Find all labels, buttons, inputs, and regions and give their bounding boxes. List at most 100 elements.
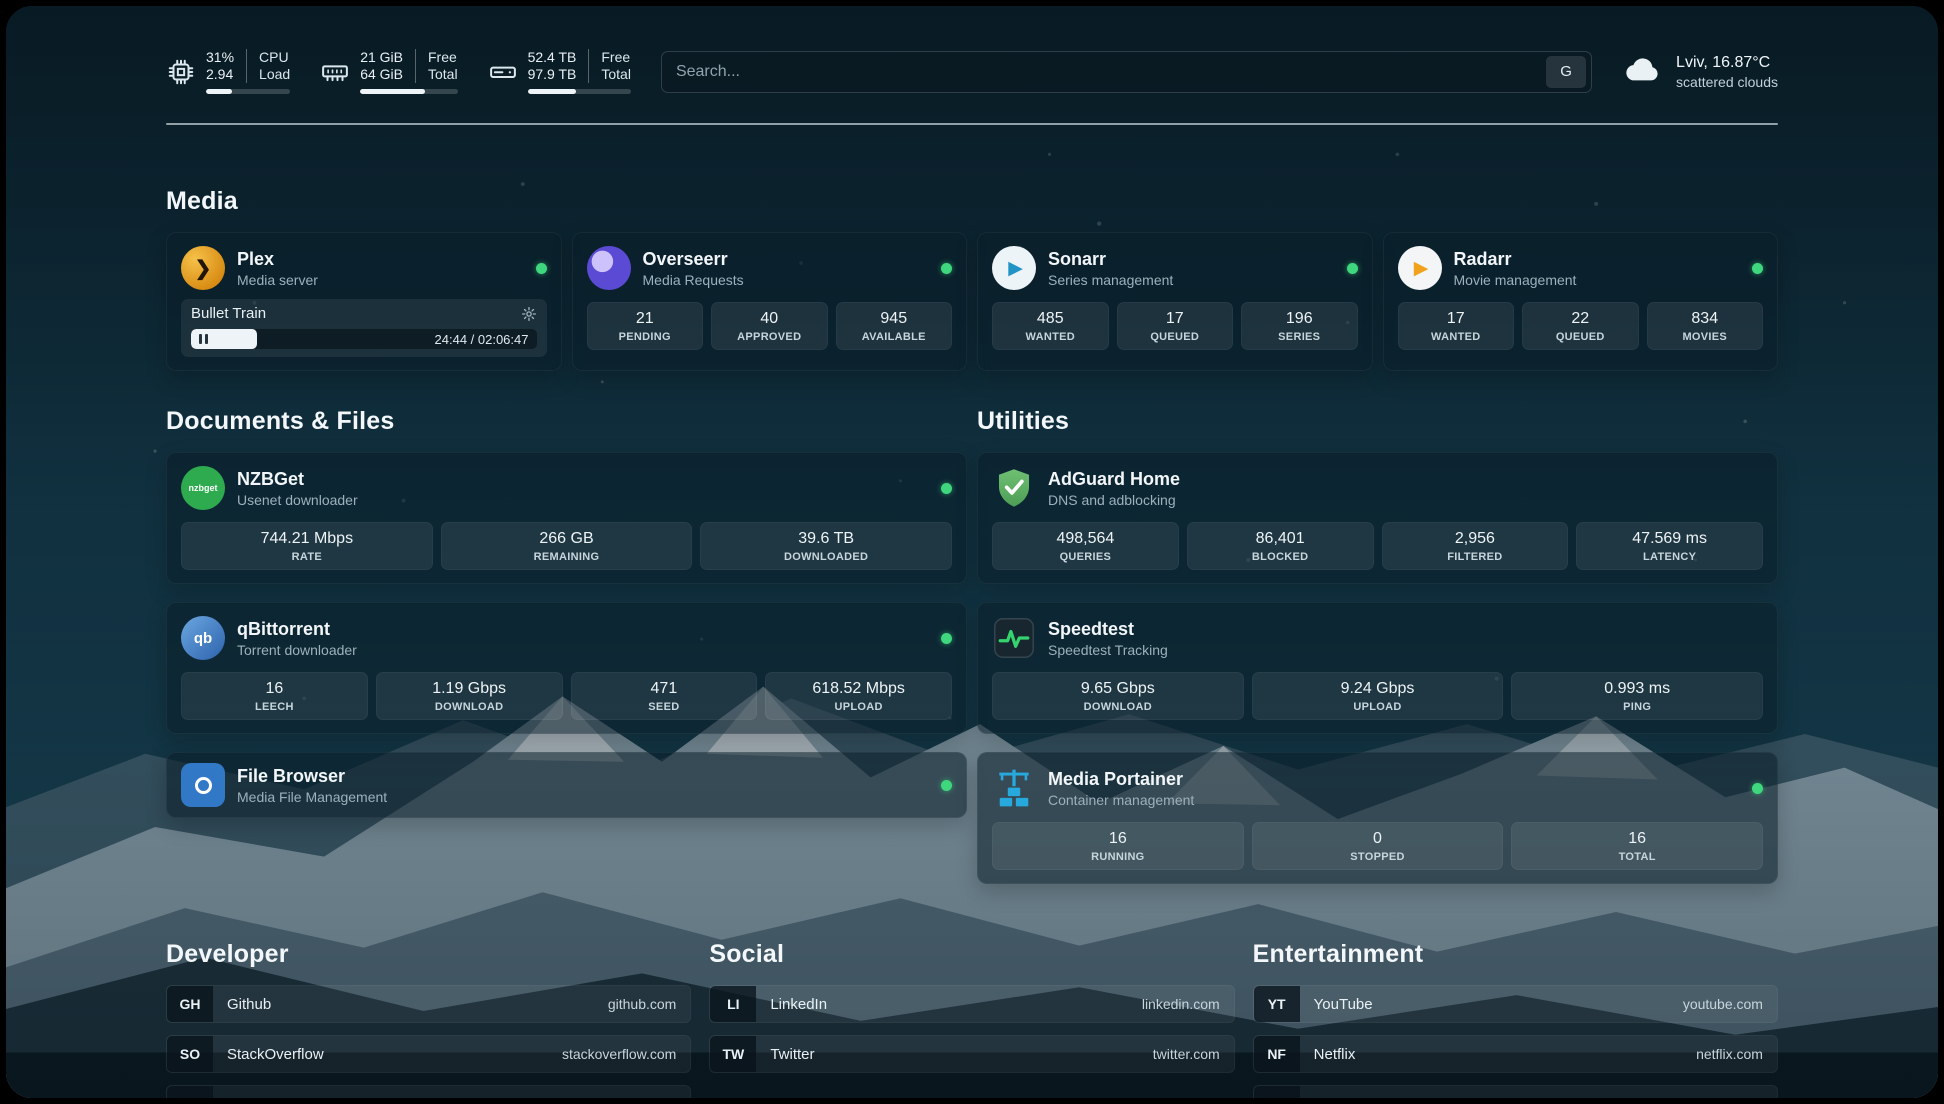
search-engine-button[interactable]: G: [1546, 56, 1586, 88]
stat-value: 16: [265, 680, 283, 698]
disk-label-bottom: Total: [601, 66, 631, 83]
section-social: Social LI LinkedIn linkedin.com TW Twitt…: [709, 940, 1234, 1098]
disk-widget: 52.4 TB 97.9 TB Free Total: [488, 49, 631, 94]
search-input[interactable]: [676, 63, 1546, 81]
pause-button[interactable]: [199, 334, 208, 344]
weather-location: Lviv, 16.87°C: [1676, 54, 1778, 72]
bookmark-linkedin[interactable]: LI LinkedIn linkedin.com: [709, 985, 1234, 1023]
stat-value: 21: [636, 310, 654, 328]
bookmark-github[interactable]: GH Github github.com: [166, 985, 691, 1023]
stat-box: 16TOTAL: [1511, 822, 1763, 870]
stat-label: BLOCKED: [1252, 551, 1309, 563]
filebrowser-icon: [181, 763, 225, 807]
section-developer: Developer GH Github github.com SO StackO…: [166, 940, 691, 1098]
stat-box: 40APPROVED: [711, 302, 828, 350]
bookmark-reddit[interactable]: RE Reddit reddit.com: [1253, 1085, 1778, 1098]
bookmark-url: youtube.com: [1683, 996, 1763, 1012]
stat-box: 0STOPPED: [1252, 822, 1504, 870]
bookmark-url: dev.to: [639, 1096, 676, 1098]
stat-box: 39.6 TBDOWNLOADED: [700, 522, 952, 570]
stat-label: RATE: [292, 551, 322, 563]
ram-icon: [320, 57, 350, 87]
stat-box: 2,956 FILTERED: [1382, 522, 1569, 570]
section-title-developer: Developer: [166, 940, 691, 969]
stat-value: 618.52 Mbps: [812, 680, 905, 698]
status-online-dot: [941, 483, 952, 494]
stat-label: DOWNLOAD: [435, 701, 503, 713]
stat-label: AVAILABLE: [862, 331, 926, 343]
ram-labels: Free Total: [415, 49, 458, 83]
bookmark-twitter[interactable]: TW Twitter twitter.com: [709, 1035, 1234, 1073]
stat-label: UPLOAD: [835, 701, 883, 713]
bookmark-name: StackOverflow: [227, 1046, 324, 1063]
bookmark-stackoverflow[interactable]: SO StackOverflow stackoverflow.com: [166, 1035, 691, 1073]
bookmark-name: Reddit: [1314, 1096, 1357, 1099]
stat-box: 196 SERIES: [1241, 302, 1358, 350]
section-media: Media ❯ Plex Media server Bullet Tr: [166, 187, 1778, 371]
app-card-overseerr[interactable]: Overseerr Media Requests 21PENDING 40APP…: [572, 232, 968, 371]
bookmark-name: LinkedIn: [770, 996, 827, 1013]
search-bar[interactable]: G: [661, 51, 1592, 93]
hard-drive-icon: [488, 57, 518, 87]
ram-label-top: Free: [428, 49, 458, 66]
stat-box: 21 PENDING: [587, 302, 704, 350]
app-subtitle: Speedtest Tracking: [1048, 642, 1168, 658]
qbittorrent-icon: qb: [181, 616, 225, 660]
app-subtitle: Container management: [1048, 792, 1194, 808]
bookmark-name: Netflix: [1314, 1046, 1356, 1063]
app-card-sonarr[interactable]: ▶ Sonarr Series management 485WANTED 17Q…: [977, 232, 1373, 371]
stat-value: 196: [1286, 310, 1313, 328]
stat-value: 16: [1628, 830, 1646, 848]
section-title-media: Media: [166, 187, 1778, 216]
app-card-qbittorrent[interactable]: qb qBittorrent Torrent downloader 16LEEC…: [166, 602, 967, 734]
bookmark-youtube[interactable]: YT YouTube youtube.com: [1253, 985, 1778, 1023]
cpu-labels: CPU Load: [246, 49, 290, 83]
stat-box: 16LEECH: [181, 672, 368, 720]
top-bar: 31% 2.94 CPU Load: [166, 48, 1778, 95]
stat-box: 86,401BLOCKED: [1187, 522, 1374, 570]
app-name: NZBGet: [237, 469, 358, 490]
nzbget-label: nzbget: [189, 483, 218, 493]
stat-value: 471: [651, 680, 678, 698]
header-divider: [166, 123, 1778, 125]
stat-label: SERIES: [1278, 331, 1320, 343]
disk-total: 97.9 TB: [528, 66, 577, 83]
ram-label-bottom: Total: [428, 66, 458, 83]
dev-icon: DT: [167, 1086, 213, 1098]
stat-box: 744.21 MbpsRATE: [181, 522, 433, 570]
app-card-speedtest[interactable]: Speedtest Speedtest Tracking 9.65 GbpsDO…: [977, 602, 1778, 734]
app-card-adguard[interactable]: AdGuard Home DNS and adblocking 498,564Q…: [977, 452, 1778, 584]
bookmark-netflix[interactable]: NF Netflix netflix.com: [1253, 1035, 1778, 1073]
stat-label: WANTED: [1431, 331, 1480, 343]
bookmark-url: linkedin.com: [1142, 996, 1220, 1012]
gear-icon[interactable]: [521, 306, 537, 322]
cpu-label-bottom: Load: [259, 66, 290, 83]
status-online-dot: [941, 633, 952, 644]
stat-box: 1.19 GbpsDOWNLOAD: [376, 672, 563, 720]
stat-box: 471 SEED: [571, 672, 758, 720]
stat-label: SEED: [648, 701, 679, 713]
stat-label: LATENCY: [1643, 551, 1696, 563]
section-title-utilities: Utilities: [977, 407, 1778, 436]
status-online-dot: [1752, 263, 1763, 274]
stat-box: 17QUEUED: [1117, 302, 1234, 350]
app-card-nzbget[interactable]: nzbget NZBGet Usenet downloader 744.21 M…: [166, 452, 967, 584]
bookmark-name: DEV: [227, 1096, 258, 1099]
app-card-plex[interactable]: ❯ Plex Media server Bullet Train: [166, 232, 562, 371]
stat-label: FILTERED: [1447, 551, 1502, 563]
section-title-documents: Documents & Files: [166, 407, 967, 436]
stat-label: PENDING: [619, 331, 671, 343]
stat-value: 945: [880, 310, 907, 328]
app-card-filebrowser[interactable]: File Browser Media File Management: [166, 752, 967, 818]
app-card-radarr[interactable]: ▶ Radarr Movie management 17WANTED 22QUE…: [1383, 232, 1779, 371]
status-online-dot: [941, 780, 952, 791]
stat-label: UPLOAD: [1353, 701, 1401, 713]
bookmark-url: stackoverflow.com: [562, 1046, 676, 1062]
stat-value: 2,956: [1455, 530, 1495, 548]
app-name: AdGuard Home: [1048, 469, 1180, 490]
stat-box: 22QUEUED: [1522, 302, 1639, 350]
plex-glyph: ❯: [195, 256, 212, 281]
app-card-portainer[interactable]: Media Portainer Container management 16R…: [977, 752, 1778, 884]
bookmark-dev[interactable]: DT DEV dev.to: [166, 1085, 691, 1098]
status-online-dot: [536, 263, 547, 274]
